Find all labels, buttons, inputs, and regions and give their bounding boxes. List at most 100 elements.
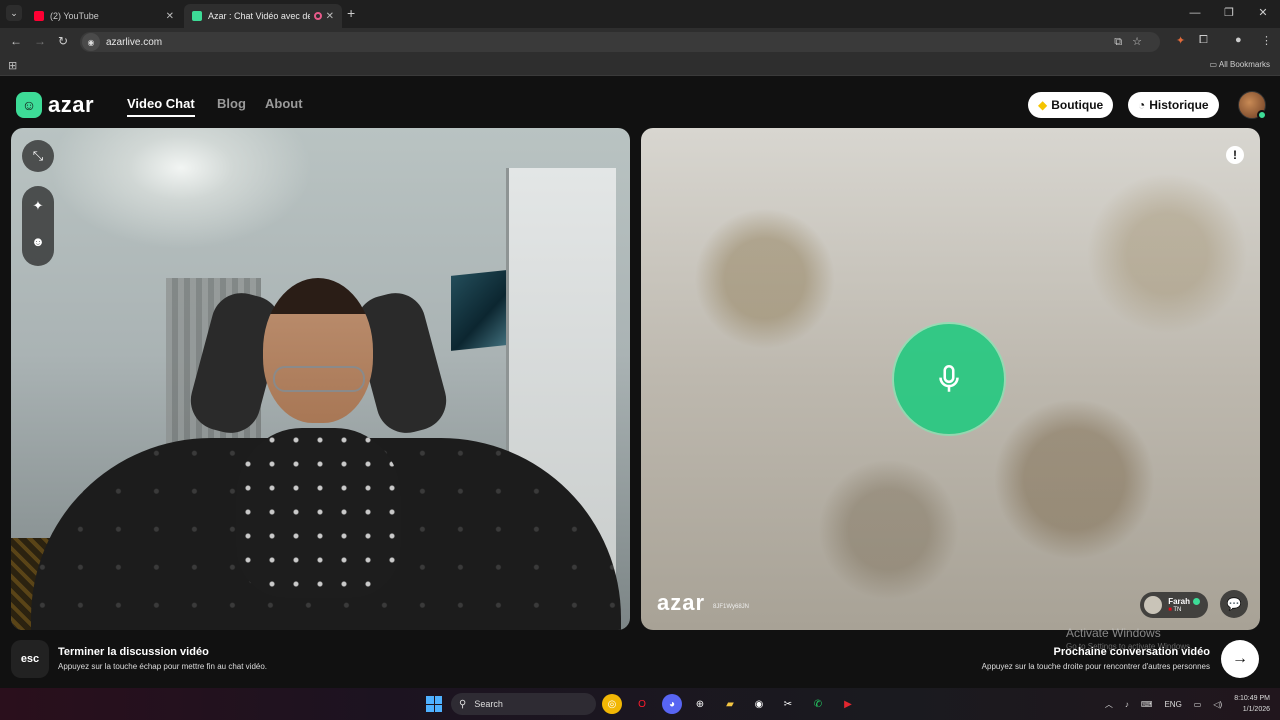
site-info-icon[interactable]: ◉ xyxy=(82,33,100,51)
address-bar-row: ← → ↻ ◉ azarlive.com ⧉☆ ✦ ⧠ ● ⋮ xyxy=(0,28,1280,56)
close-tab-icon[interactable]: ✕ xyxy=(326,11,334,22)
microphone-icon xyxy=(939,364,959,392)
azar-logo-icon: ☺ xyxy=(16,92,42,118)
taskbar-search-label: Search xyxy=(474,699,503,709)
omnibox[interactable]: ◉ azarlive.com ⧉☆ xyxy=(80,32,1160,52)
online-status-icon xyxy=(1257,110,1267,120)
azar-favicon-icon xyxy=(192,11,202,21)
historique-button[interactable]: ◔ Historique xyxy=(1128,92,1219,118)
boutique-label: Boutique xyxy=(1051,98,1104,112)
tab-title: Azar : Chat Vidéo avec de n xyxy=(208,11,310,21)
app-red-icon[interactable]: ▶ xyxy=(838,694,858,714)
user-avatar[interactable] xyxy=(1238,91,1267,120)
all-bookmarks-button[interactable]: ▭ All Bookmarks xyxy=(1210,60,1270,69)
all-bookmarks-label: All Bookmarks xyxy=(1218,60,1270,69)
verified-badge-icon xyxy=(1193,597,1200,605)
recording-indicator-icon xyxy=(313,12,322,20)
clock[interactable]: 8:10:49 PM 1/1/2026 xyxy=(1234,693,1270,715)
watermark-id: 8JF1Wy68JN xyxy=(713,604,750,610)
local-video-panel: ⤡ ✦ ☻ xyxy=(11,128,630,630)
bookmark-star-icon[interactable]: ☆ xyxy=(1132,36,1152,48)
tab-search-icon[interactable]: ⌄ xyxy=(6,5,22,21)
face-filter-icon[interactable]: ☻ xyxy=(22,234,54,249)
remote-video-panel: ! azar 8JF1Wy68JN Farah ■ TN 💬 xyxy=(641,128,1260,630)
search-icon: ⚲ xyxy=(459,698,467,710)
voice-only-indicator xyxy=(894,324,1004,434)
reload-icon[interactable]: ↻ xyxy=(58,34,68,48)
clock-date: 1/1/2026 xyxy=(1242,706,1270,713)
tray-keyboard-icon[interactable]: ⌨ xyxy=(1141,700,1153,709)
taskbar-search[interactable]: ⚲ Search xyxy=(451,693,596,715)
end-chat-subtitle: Appuyez sur la touche échap pour mettre … xyxy=(58,662,268,671)
activate-windows-title: Activate Windows xyxy=(1066,626,1161,640)
profile-icon[interactable]: ● xyxy=(1235,34,1242,46)
whatsapp-icon[interactable]: ✆ xyxy=(808,694,828,714)
chat-bubble-icon[interactable]: 💬 xyxy=(1220,590,1248,618)
boutique-button[interactable]: ◆ Boutique xyxy=(1028,92,1114,118)
nav-video-chat[interactable]: Video Chat xyxy=(127,96,195,117)
nav-blog[interactable]: Blog xyxy=(217,96,246,111)
person-head xyxy=(263,278,373,423)
end-chat-title: Terminer la discussion vidéo xyxy=(58,646,209,658)
next-chat-subtitle: Appuyez sur la touche droite pour rencon… xyxy=(981,662,1210,671)
watermark-logo: azar xyxy=(657,590,706,615)
minimize-view-icon[interactable]: ⤡ xyxy=(22,140,54,172)
omnibox-actions: ⧉☆ xyxy=(1114,35,1152,49)
windows-start-icon[interactable] xyxy=(426,696,442,712)
network-icon[interactable]: ▭ xyxy=(1194,700,1202,709)
person-glasses xyxy=(273,366,365,392)
bookmarks-bar: ⊞ ▭ All Bookmarks xyxy=(0,56,1280,76)
azar-watermark: azar 8JF1Wy68JN xyxy=(657,590,749,616)
partner-profile-chip[interactable]: Farah ■ TN xyxy=(1140,592,1208,618)
partner-info: Farah ■ TN xyxy=(1168,597,1200,614)
close-tab-icon[interactable]: ✕ xyxy=(166,11,174,22)
clock-icon: ◔ xyxy=(1138,98,1146,112)
next-arrow-icon[interactable]: → xyxy=(1221,640,1259,678)
discord-icon[interactable]: ◕ xyxy=(662,694,682,714)
clock-time: 8:10:49 PM xyxy=(1234,695,1270,702)
tray-mic-icon[interactable]: ♪ xyxy=(1125,700,1129,709)
partner-country: TN xyxy=(1173,606,1182,613)
window-controls: — ❐ ✕ xyxy=(1178,0,1280,28)
cast-icon[interactable]: ⧉ xyxy=(1114,36,1132,48)
background-poster xyxy=(451,270,506,351)
back-icon[interactable]: ← xyxy=(10,34,22,48)
sparkle-effects-icon[interactable]: ✦ xyxy=(22,198,54,214)
new-tab-icon[interactable]: + xyxy=(347,5,355,21)
screen: ⌄ (2) YouTube ✕ Azar : Chat Vidéo avec d… xyxy=(0,0,1280,720)
app-icon[interactable]: ⊕ xyxy=(690,694,710,714)
tab-youtube[interactable]: (2) YouTube ✕ xyxy=(26,4,182,28)
azar-header: ☺ azar Video Chat Blog About ◆ Boutique … xyxy=(0,80,1280,128)
chrome-menu-icon[interactable]: ⋮ xyxy=(1261,34,1272,47)
tab-azar[interactable]: Azar : Chat Vidéo avec de n ✕ xyxy=(184,4,342,28)
chrome-icon[interactable]: ◎ xyxy=(602,694,622,714)
volume-icon[interactable]: ◁) xyxy=(1213,700,1222,709)
capcut-icon[interactable]: ✂ xyxy=(778,694,798,714)
azar-logo-text: azar xyxy=(48,92,95,117)
partner-avatar xyxy=(1144,596,1163,614)
system-tray: ︿ ♪ ⌨ ENG ▭ ◁) 8:10:49 PM 1/1/2026 xyxy=(1093,688,1270,720)
opera-icon[interactable]: O xyxy=(632,694,652,714)
windows-taskbar: ⚲ Search ◎ O ◕ ⊕ ▰ ◉ ✂ ✆ ▶ ︿ ♪ ⌨ ENG ▭ ◁… xyxy=(0,688,1280,720)
person-hood xyxy=(236,428,401,598)
forward-icon[interactable]: → xyxy=(34,34,46,48)
minimize-icon[interactable]: — xyxy=(1178,0,1212,28)
apps-grid-icon[interactable]: ⊞ xyxy=(8,59,17,72)
nav-about[interactable]: About xyxy=(265,96,303,111)
extensions-puzzle-icon[interactable]: ⧠ xyxy=(1199,34,1208,47)
file-explorer-icon[interactable]: ▰ xyxy=(720,694,740,714)
azar-logo[interactable]: ☺ azar xyxy=(16,92,94,118)
language-indicator[interactable]: ENG xyxy=(1164,700,1181,709)
extension-icon[interactable]: ✦ xyxy=(1176,34,1185,47)
folder-icon: ▭ xyxy=(1209,60,1219,69)
steam-icon[interactable]: ◉ xyxy=(749,694,769,714)
esc-key-button[interactable]: esc xyxy=(11,640,49,678)
report-icon[interactable]: ! xyxy=(1226,146,1244,164)
tray-chevron-icon[interactable]: ︿ xyxy=(1105,699,1113,710)
browser-tab-strip: ⌄ (2) YouTube ✕ Azar : Chat Vidéo avec d… xyxy=(0,0,1280,28)
effects-toolbar: ✦ ☻ xyxy=(22,186,54,266)
activate-windows-subtitle: Go to Settings to activate Windows. xyxy=(1066,642,1193,651)
close-window-icon[interactable]: ✕ xyxy=(1246,0,1280,28)
partner-name: Farah xyxy=(1168,596,1190,606)
restore-icon[interactable]: ❐ xyxy=(1212,0,1246,28)
